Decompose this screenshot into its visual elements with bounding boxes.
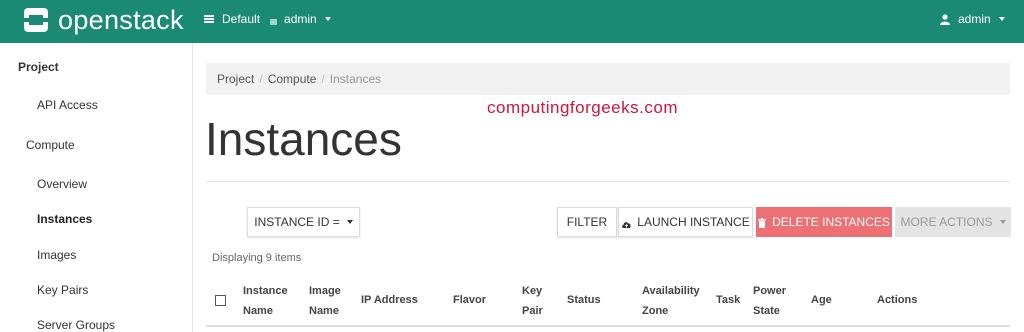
watermark-text: computingforgeeks.com	[487, 98, 678, 117]
column-header-flavor[interactable]: Flavor	[453, 290, 486, 310]
breadcrumb-instances: Instances	[329, 72, 382, 86]
column-header-ip-address[interactable]: IP Address	[361, 290, 418, 310]
sidebar-item-server-groups[interactable]: Server Groups	[37, 318, 115, 332]
select-all-checkbox[interactable]	[215, 295, 226, 306]
project-icon	[270, 15, 278, 25]
sidebar: Project API Access Compute Overview Inst…	[0, 43, 193, 332]
divider	[206, 181, 1010, 182]
launch-instance-button[interactable]: LAUNCH INSTANCE	[618, 207, 753, 237]
sidebar-item-overview[interactable]: Overview	[37, 177, 87, 191]
filter-label: FILTER	[566, 215, 608, 229]
brand-name: openstack	[58, 4, 184, 35]
user-icon	[940, 13, 950, 25]
breadcrumb-separator: /	[321, 72, 325, 86]
filter-field-label: INSTANCE ID =	[254, 215, 340, 229]
column-header-status[interactable]: Status	[567, 290, 601, 310]
sidebar-item-api-access[interactable]: API Access	[37, 98, 98, 112]
sidebar-item-compute[interactable]: Compute	[26, 138, 75, 152]
chevron-down-icon	[999, 220, 1006, 224]
project-selector[interactable]: Default admin	[204, 12, 331, 26]
breadcrumb-project[interactable]: Project	[217, 72, 254, 86]
launch-instance-label: LAUNCH INSTANCE	[637, 215, 750, 229]
column-header-instance-name[interactable]: Instance Name	[243, 281, 288, 321]
column-header-power-state[interactable]: Power State	[753, 281, 786, 321]
trash-icon	[758, 217, 767, 228]
delete-instances-button[interactable]: DELETE INSTANCES	[756, 207, 892, 237]
chevron-down-icon	[324, 17, 331, 21]
page-title: Instances	[205, 113, 402, 165]
delete-instances-label: DELETE INSTANCES	[772, 215, 890, 229]
domain-icon	[204, 13, 216, 25]
more-actions-label: MORE ACTIONS	[900, 215, 993, 229]
filter-field-dropdown[interactable]: INSTANCE ID =	[247, 207, 360, 237]
filter-button[interactable]: FILTER	[557, 207, 617, 237]
breadcrumb-separator: /	[259, 72, 263, 86]
sidebar-item-key-pairs[interactable]: Key Pairs	[37, 283, 88, 297]
breadcrumb-compute[interactable]: Compute	[268, 72, 317, 86]
column-header-actions: Actions	[877, 294, 918, 306]
project-label: admin	[284, 12, 317, 26]
column-header-key-pair[interactable]: Key Pair	[522, 281, 543, 321]
column-header-task[interactable]: Task	[716, 290, 740, 310]
top-navbar: openstack Default admin admin	[0, 0, 1024, 43]
sidebar-item-images[interactable]: Images	[37, 248, 76, 262]
openstack-logo-icon	[22, 6, 50, 34]
sidebar-item-project[interactable]: Project	[18, 60, 59, 74]
more-actions-button[interactable]: MORE ACTIONS	[895, 207, 1011, 237]
user-label: admin	[958, 12, 991, 26]
item-count: Displaying 9 items	[212, 252, 302, 264]
chevron-down-icon	[998, 17, 1005, 21]
sidebar-item-instances[interactable]: Instances	[37, 212, 92, 226]
column-header-age[interactable]: Age	[811, 290, 832, 310]
column-header-availability-zone[interactable]: Availability Zone	[642, 281, 700, 321]
user-menu[interactable]: admin	[940, 12, 1005, 26]
domain-label: Default	[222, 12, 261, 26]
chevron-down-icon	[346, 220, 353, 224]
cloud-upload-icon	[621, 218, 632, 228]
breadcrumb: Project / Compute / Instances	[206, 63, 1010, 95]
table-header-divider	[206, 325, 1010, 327]
openstack-logo[interactable]: openstack	[22, 3, 184, 37]
column-header-image-name[interactable]: Image Name	[309, 281, 341, 321]
